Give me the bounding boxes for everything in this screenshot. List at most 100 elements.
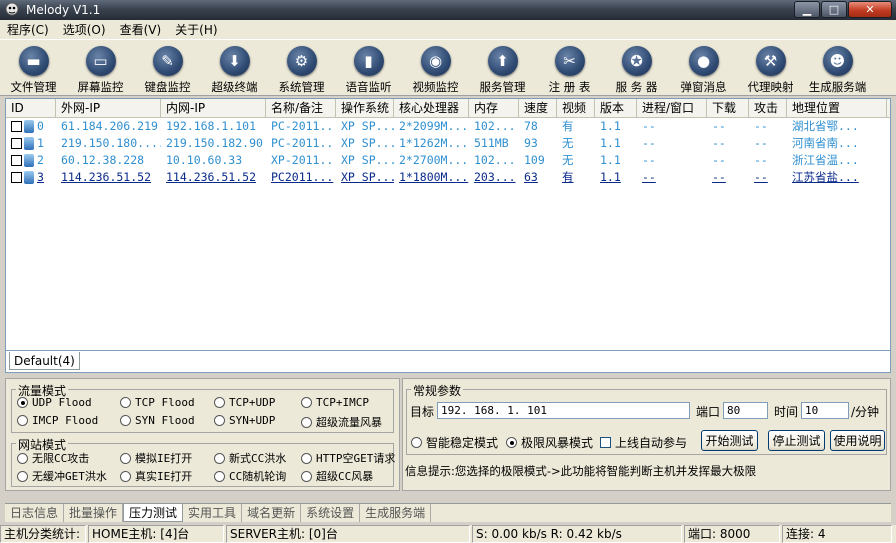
status-stats-label: 主机分类统计: bbox=[0, 525, 86, 543]
checkbox-icon[interactable] bbox=[11, 155, 22, 166]
checkbox-icon[interactable] bbox=[11, 121, 22, 132]
table-cell-cpu: 2*2700M... bbox=[399, 153, 469, 167]
bottom-tab-1[interactable]: 批量操作 bbox=[64, 504, 124, 522]
checkbox-icon[interactable] bbox=[11, 172, 22, 183]
flow-option-3[interactable]: TCP+IMCP bbox=[301, 396, 369, 409]
table-cell-ver: 1.1 bbox=[600, 119, 621, 133]
equalizer-icon: ▮ bbox=[353, 46, 384, 76]
column-header-6[interactable]: 内存 bbox=[469, 99, 519, 117]
table-row[interactable]: 2 60.12.38.228 10.10.60.33 XP-2011... XP SP.… bbox=[6, 152, 890, 169]
toolbar-button-7[interactable]: ⬆ 服务管理 bbox=[469, 40, 536, 96]
bottom-tab-4[interactable]: 域名更新 bbox=[242, 504, 302, 522]
table-row[interactable]: 3 114.236.51.52 114.236.51.52 PC2011... XP S… bbox=[6, 169, 890, 186]
flow-option-4[interactable]: IMCP Flood bbox=[17, 414, 98, 427]
web-option-3[interactable]: HTTP空GET请求 bbox=[301, 450, 395, 466]
radio-icon bbox=[17, 470, 28, 482]
flow-option-5[interactable]: SYN Flood bbox=[120, 414, 195, 427]
table-cell-id: 2 bbox=[6, 152, 56, 169]
web-option-0[interactable]: 无限CC攻击 bbox=[17, 450, 89, 466]
web-option-1[interactable]: 模拟IE打开 bbox=[120, 450, 192, 466]
column-header-7[interactable]: 速度 bbox=[519, 99, 557, 117]
toolbar-button-0[interactable]: ▬ 文件管理 bbox=[0, 40, 67, 96]
bottom-tab-3[interactable]: 实用工具 bbox=[183, 504, 243, 522]
minimize-button[interactable]: ▁ bbox=[794, 1, 820, 18]
menu-options[interactable]: 选项(O) bbox=[56, 21, 113, 38]
bottom-tab-2[interactable]: 压力测试 bbox=[123, 504, 184, 522]
column-header-1[interactable]: 外网-IP bbox=[56, 99, 161, 117]
flow-option-label: IMCP Flood bbox=[32, 414, 99, 427]
web-option-label: 无缓冲GET洪水 bbox=[32, 470, 107, 483]
table-cell-wan: 60.12.38.228 bbox=[61, 153, 145, 167]
table-row[interactable]: 1 219.150.180.... 219.150.182.90 PC-2011...… bbox=[6, 135, 890, 152]
flow-option-1[interactable]: TCP Flood bbox=[120, 396, 195, 409]
toolbar-button-4[interactable]: ⚙ 系统管理 bbox=[268, 40, 335, 96]
web-option-2[interactable]: 新式CC洪水 bbox=[214, 450, 286, 466]
toolbar-button-2[interactable]: ✎ 键盘监控 bbox=[134, 40, 201, 96]
maximize-button[interactable]: □ bbox=[821, 1, 847, 18]
radio-icon bbox=[301, 470, 312, 482]
target-input[interactable]: 192. 168. 1. 101 bbox=[437, 402, 690, 419]
toolbar-button-10[interactable]: ● 弹窗消息 bbox=[670, 40, 737, 96]
checkbox-icon[interactable] bbox=[11, 138, 22, 149]
table-cell-cpu: 1*1800M... bbox=[399, 170, 469, 184]
table-cell-wan: 114.236.51.52 bbox=[61, 170, 152, 184]
menu-about[interactable]: 关于(H) bbox=[168, 21, 224, 38]
table-cell-cpu: 1*1262M... bbox=[399, 136, 469, 150]
web-option-label: 真实IE打开 bbox=[135, 470, 193, 483]
tab-default-group[interactable]: Default(4) bbox=[9, 352, 80, 370]
toolbar-button-8[interactable]: ✂ 注 册 表 bbox=[536, 40, 603, 96]
column-header-11[interactable]: 下载 bbox=[707, 99, 749, 117]
column-header-2[interactable]: 内网-IP bbox=[161, 99, 266, 117]
radio-icon bbox=[214, 452, 225, 464]
toolbar-button-6[interactable]: ◉ 视频监控 bbox=[402, 40, 469, 96]
radio-icon bbox=[301, 397, 312, 408]
column-header-0[interactable]: ID bbox=[6, 99, 56, 117]
stop-test-button[interactable]: 停止测试 bbox=[768, 430, 825, 451]
port-label: 端口 bbox=[696, 405, 721, 419]
bottom-tab-5[interactable]: 系统设置 bbox=[301, 504, 361, 522]
menu-program[interactable]: 程序(C) bbox=[0, 21, 56, 38]
toolbar-button-3[interactable]: ⬇ 超级终端 bbox=[201, 40, 268, 96]
column-header-9[interactable]: 版本 bbox=[595, 99, 637, 117]
menu-view[interactable]: 查看(V) bbox=[113, 21, 169, 38]
mode-storm-radio[interactable]: 极限风暴模式 bbox=[506, 434, 593, 451]
folder-icon: ▬ bbox=[18, 46, 49, 76]
toolbar-button-1[interactable]: ▭ 屏幕监控 bbox=[67, 40, 134, 96]
flow-option-0[interactable]: UDP Flood bbox=[17, 396, 92, 409]
column-header-12[interactable]: 攻击 bbox=[749, 99, 787, 117]
status-server-count: SERVER主机: [0]台 bbox=[226, 525, 470, 543]
table-cell-lan: 114.236.51.52 bbox=[166, 170, 257, 184]
radio-icon bbox=[120, 452, 131, 464]
table-row[interactable]: 0 61.184.206.219 192.168.1.101 PC-2011... XP… bbox=[6, 118, 890, 135]
column-header-4[interactable]: 操作系统 bbox=[336, 99, 394, 117]
flow-option-6[interactable]: SYN+UDP bbox=[214, 414, 275, 427]
mode-stable-radio[interactable]: 智能稳定模式 bbox=[411, 434, 498, 451]
bottom-tab-6[interactable]: 生成服务端 bbox=[360, 504, 432, 522]
column-header-3[interactable]: 名称/备注 bbox=[266, 99, 336, 117]
web-option-4[interactable]: 无缓冲GET洪水 bbox=[17, 468, 107, 484]
column-header-5[interactable]: 核心处理器 bbox=[394, 99, 469, 117]
column-header-8[interactable]: 视频 bbox=[557, 99, 595, 117]
help-button[interactable]: 使用说明 bbox=[830, 430, 885, 451]
toolbar-button-11[interactable]: ⚒ 代理映射 bbox=[737, 40, 804, 96]
time-input[interactable]: 10 bbox=[801, 402, 849, 419]
web-option-7[interactable]: 超级CC风暴 bbox=[301, 468, 373, 484]
column-header-13[interactable]: 地理位置 bbox=[787, 99, 887, 117]
toolbar-button-5[interactable]: ▮ 语音监听 bbox=[335, 40, 402, 96]
web-option-5[interactable]: 真实IE打开 bbox=[120, 468, 192, 484]
toolbar-button-9[interactable]: ✪ 服 务 器 bbox=[603, 40, 670, 96]
toolbar-button-12[interactable]: ☻ 生成服务端 bbox=[804, 40, 871, 96]
bottom-tab-0[interactable]: 日志信息 bbox=[5, 504, 65, 522]
time-label: 时间 bbox=[774, 405, 799, 419]
web-option-6[interactable]: CC随机轮询 bbox=[214, 468, 286, 484]
medal-icon: ✪ bbox=[621, 46, 652, 76]
checkbox-icon bbox=[600, 437, 611, 448]
column-header-10[interactable]: 进程/窗口 bbox=[637, 99, 707, 117]
close-button[interactable]: ✕ bbox=[848, 1, 892, 18]
port-input[interactable]: 80 bbox=[723, 402, 768, 419]
flow-option-7[interactable]: 超级流量风暴 bbox=[301, 414, 382, 430]
start-test-button[interactable]: 开始测试 bbox=[701, 430, 758, 451]
table-cell-atk: -- bbox=[754, 119, 768, 133]
auto-join-checkbox[interactable]: 上线自动参与 bbox=[600, 434, 687, 451]
flow-option-2[interactable]: TCP+UDP bbox=[214, 396, 275, 409]
